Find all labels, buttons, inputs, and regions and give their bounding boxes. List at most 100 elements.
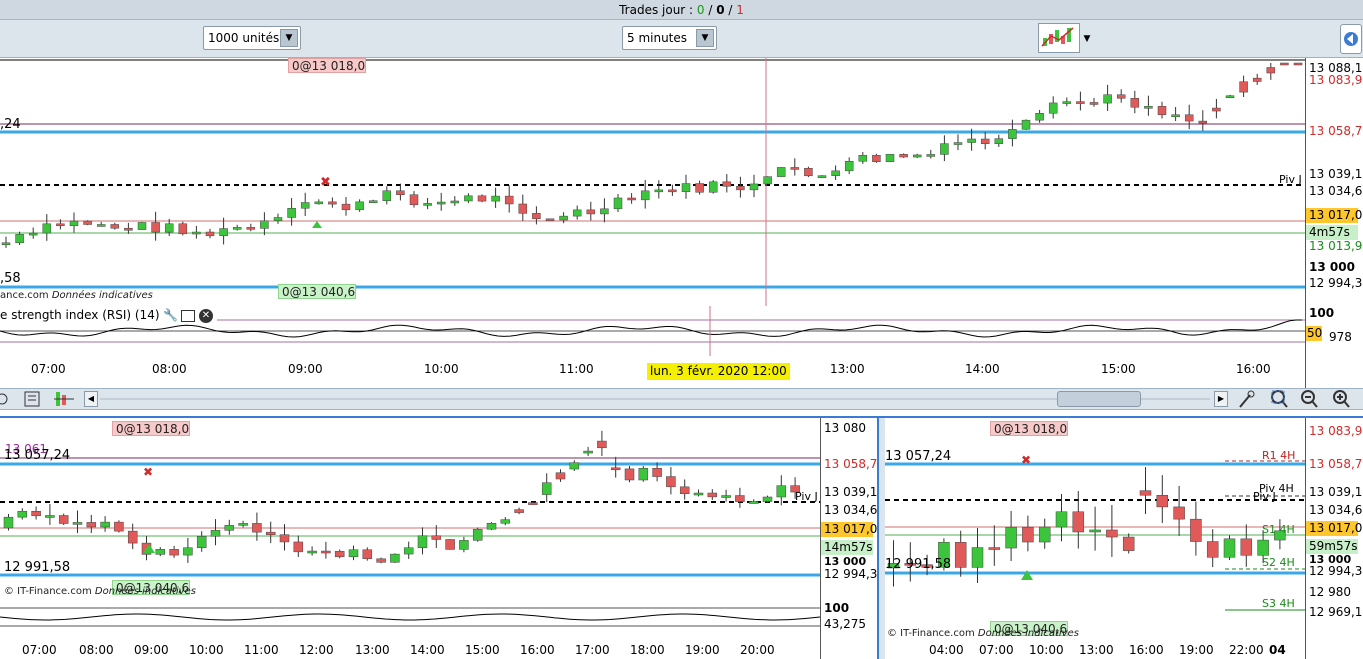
order-badge-buy[interactable]: 0@13 040,6: [278, 284, 357, 299]
candle: [1005, 526, 1017, 549]
candle: [735, 495, 745, 502]
candle: [518, 203, 528, 214]
order-badge-sell[interactable]: 0@13 018,0: [990, 421, 1069, 436]
time-label: 13:00: [355, 643, 390, 657]
maximize-icon[interactable]: [181, 309, 196, 322]
candle: [707, 492, 718, 498]
credit-source: © IT-Finance.com: [4, 586, 92, 597]
candle: [232, 227, 242, 230]
candle: [988, 547, 1001, 550]
time-label: 20:00: [740, 643, 775, 657]
candle: [403, 547, 414, 555]
candle: [1257, 539, 1269, 556]
candle: [355, 201, 364, 211]
axis-label-level: 13 058,7: [1309, 457, 1363, 471]
zoom-in-icon[interactable]: [1333, 390, 1350, 408]
candle: [96, 224, 106, 227]
scroll-right-button[interactable]: ▶: [1214, 391, 1228, 407]
time-label: 11:00: [244, 643, 279, 657]
drawing-tools-icons[interactable]: [0, 389, 80, 409]
candle: [265, 531, 276, 535]
time-label: 14:00: [410, 643, 445, 657]
order-badge-sell[interactable]: 0@13 018,0: [112, 421, 191, 436]
time-label: 10:00: [1029, 643, 1064, 657]
pivot-label-s2: S2 4H: [1262, 556, 1295, 569]
axis-label: 13 080: [824, 421, 866, 435]
main-rsi-panel[interactable]: e strength index (RSI) (14) 🔧 ✕: [0, 306, 1305, 356]
candle: [858, 155, 868, 162]
candle: [500, 519, 511, 524]
close-icon[interactable]: ✕: [199, 308, 213, 323]
time-label: 13:00: [1079, 643, 1114, 657]
candle: [314, 201, 324, 205]
chevron-down-icon[interactable]: ▼: [280, 29, 298, 47]
candle: [1173, 506, 1185, 520]
candle: [417, 535, 428, 548]
axis-label: 13 039,1: [1309, 485, 1363, 499]
candle: [545, 218, 555, 222]
order-badge-sell[interactable]: 0@13 018,0: [288, 58, 367, 73]
candle: [652, 467, 662, 477]
chevron-down-icon[interactable]: ▼: [1081, 30, 1093, 48]
bl-rsi-panel[interactable]: [0, 600, 821, 634]
collapse-panel-button[interactable]: [1340, 24, 1362, 54]
candle: [300, 202, 310, 209]
candle: [1293, 62, 1303, 66]
candle: [307, 550, 317, 554]
candle: [192, 231, 201, 235]
axis-label: 13 039,1: [824, 485, 878, 499]
candle: [1008, 129, 1017, 139]
chart-type-button[interactable]: [1038, 23, 1080, 53]
candle: [472, 528, 483, 541]
candle: [610, 467, 621, 471]
scroll-track[interactable]: [100, 398, 1210, 400]
wrench-icon[interactable]: 🔧: [163, 306, 178, 324]
current-price-label: 13 017,0: [821, 522, 877, 537]
bl-time-axis: 07:00 08:00 09:00 10:00 11:00 12:00 13:0…: [0, 634, 820, 659]
candle: [464, 195, 473, 202]
quantity-select[interactable]: 1000 unités ▼: [203, 26, 301, 50]
candle: [1198, 120, 1208, 124]
candle: [445, 539, 455, 550]
time-label: 22:00: [1229, 643, 1264, 657]
scroll-thumb[interactable]: [1057, 391, 1141, 407]
candle: [624, 468, 635, 481]
candle: [1252, 77, 1262, 82]
bottom-left-chart[interactable]: ✖ 0@13 018,0 0@13 040,6 13 061 13 057,24…: [0, 418, 820, 600]
time-label: 07:00: [31, 362, 66, 376]
scroll-left-button[interactable]: ◀: [84, 391, 98, 407]
time-label: 19:00: [685, 643, 720, 657]
bottom-right-chart[interactable]: ✖ 0@13 018,0 0@13 040,6 13 057,24 12 991…: [885, 418, 1305, 641]
candle: [151, 222, 160, 233]
candle: [69, 220, 79, 227]
zoom-area-icon[interactable]: [1271, 390, 1288, 408]
candle: [1, 242, 11, 246]
pivot-label-daily: Piv J: [1253, 490, 1276, 503]
candle: [953, 142, 963, 145]
candle: [1076, 101, 1085, 104]
properties-icon[interactable]: [1239, 390, 1255, 408]
candle: [872, 155, 881, 162]
candle: [817, 175, 827, 178]
pivot-label: Piv J: [795, 490, 818, 503]
candle: [532, 213, 541, 220]
main-price-chart[interactable]: ✖ 0@13 018,0 0@13 040,6 ,24 ,58 Piv J an…: [0, 58, 1305, 306]
candle: [1048, 102, 1058, 114]
zoom-out-icon[interactable]: [1301, 390, 1318, 408]
candle: [613, 197, 623, 210]
candle: [708, 181, 718, 193]
candle: [1240, 538, 1253, 556]
candle: [287, 208, 296, 218]
candle: [804, 168, 813, 177]
time-label: 15:00: [1101, 362, 1136, 376]
chevron-down-icon[interactable]: ▼: [696, 29, 714, 47]
axis-corner: [820, 634, 877, 659]
candle: [668, 189, 677, 193]
candle: [1239, 81, 1248, 93]
candle: [341, 203, 351, 211]
candle: [1072, 511, 1085, 533]
br-time-axis: 04:00 07:00 10:00 13:00 16:00 19:00 22:0…: [885, 641, 1305, 659]
candle: [1089, 102, 1099, 105]
timeframe-select[interactable]: 5 minutes ▼: [622, 26, 717, 50]
br-price-axis: 13 083,9 13 058,7 13 039,1 13 034,6 13 0…: [1305, 418, 1363, 641]
